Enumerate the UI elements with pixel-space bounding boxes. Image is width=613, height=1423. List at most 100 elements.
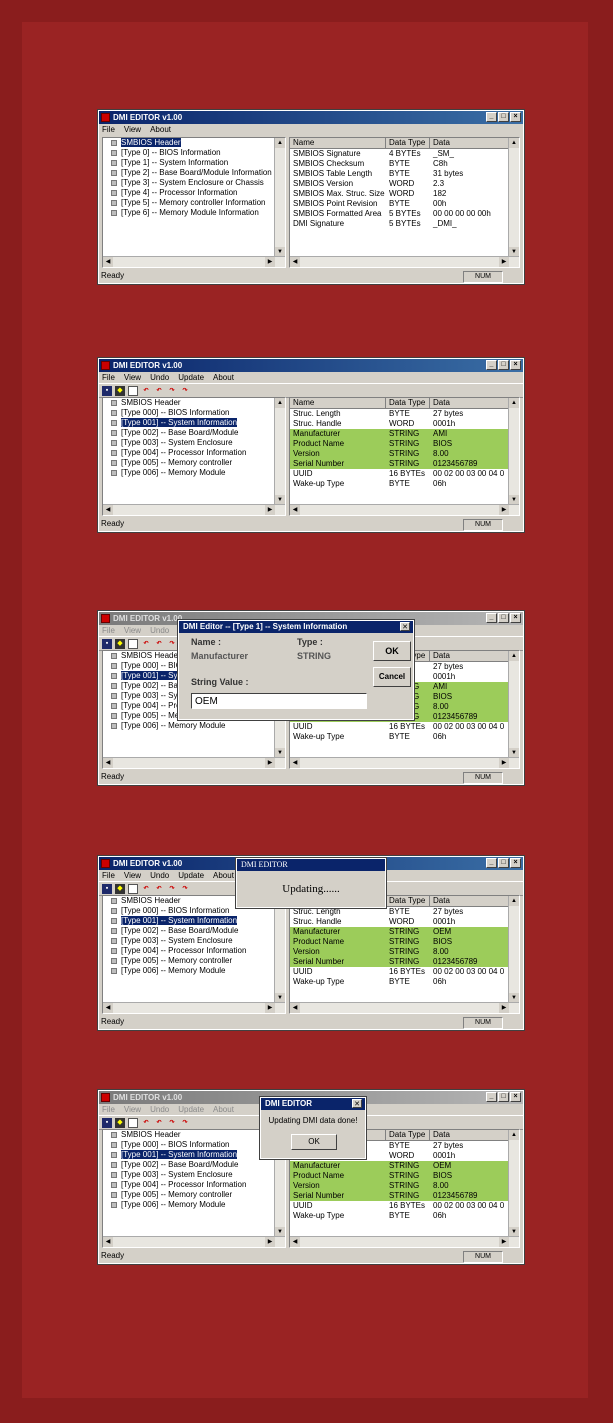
tree-item[interactable]: [Type 004] -- Processor Information [103, 1180, 285, 1190]
table-row[interactable]: Version STRING 8.00 [290, 449, 519, 459]
table-row[interactable]: UUID 16 BYTEs 00 02 00 03 00 04 0 [290, 967, 519, 977]
save-icon[interactable]: ▪ [102, 385, 112, 396]
table-row[interactable]: Wake-up Type BYTE 06h [290, 977, 519, 987]
ok-button[interactable]: OK [373, 641, 411, 661]
tree-item[interactable]: SMBIOS Header [103, 138, 285, 148]
tree-item[interactable]: [Type 000] -- BIOS Information [103, 1140, 285, 1150]
maximize-icon[interactable]: □ [498, 613, 509, 623]
dmi-tree[interactable]: SMBIOS Header [Type 000] -- BIOS Informat… [102, 1129, 286, 1248]
close-icon[interactable]: × [510, 858, 521, 868]
col-type-header[interactable]: Data Type [386, 138, 430, 148]
tree-vertical-scrollbar[interactable] [274, 896, 285, 1003]
table-row[interactable]: SMBIOS Point Revision BYTE 00h [290, 199, 519, 209]
tree-vertical-scrollbar[interactable] [274, 398, 285, 505]
tree-item[interactable]: [Type 004] -- Processor Information [103, 448, 285, 458]
table-row[interactable]: Wake-up Type BYTE 06h [290, 1211, 519, 1221]
document-icon[interactable] [128, 638, 138, 649]
menu-update[interactable]: Update [178, 1104, 204, 1115]
dmi-tree[interactable]: SMBIOS Header [Type 000] -- BIOS Informat… [102, 397, 286, 516]
table-row[interactable]: Manufacturer STRING AMI [290, 429, 519, 439]
tree-item[interactable]: [Type 002] -- Base Board/Module [103, 1160, 285, 1170]
col-type-header[interactable]: Data Type [386, 398, 430, 408]
save-icon[interactable]: ▪ [102, 638, 112, 649]
tree-vertical-scrollbar[interactable] [274, 138, 285, 257]
tree-item[interactable]: [Type 006] -- Memory Module [103, 966, 285, 976]
save-icon[interactable]: ▪ [102, 1117, 112, 1128]
tree-horizontal-scrollbar[interactable] [103, 757, 285, 768]
minimize-icon[interactable]: _ [486, 360, 497, 370]
menu-view[interactable]: View [124, 1104, 141, 1115]
minimize-icon[interactable]: _ [486, 858, 497, 868]
undo-icon[interactable]: ↶ [154, 1118, 164, 1128]
menu-view[interactable]: View [124, 625, 141, 636]
close-icon[interactable]: × [510, 1092, 521, 1102]
close-icon[interactable]: ✕ [352, 1099, 362, 1108]
table-row[interactable]: Version STRING 8.00 [290, 947, 519, 957]
tree-item[interactable]: [Type 000] -- BIOS Information [103, 408, 285, 418]
tree-horizontal-scrollbar[interactable] [103, 504, 285, 515]
menu-file[interactable]: File [102, 870, 115, 881]
tree-item[interactable]: SMBIOS Header [103, 1130, 285, 1140]
table-row[interactable]: Struc. Handle WORD 0001h [290, 419, 519, 429]
menu-file[interactable]: File [102, 625, 115, 636]
table-row[interactable]: SMBIOS Version WORD 2.3 [290, 179, 519, 189]
table-vertical-scrollbar[interactable] [508, 651, 519, 758]
tree-item[interactable]: [Type 4] -- Processor Information [103, 188, 285, 198]
table-row[interactable]: SMBIOS Table Length BYTE 31 bytes [290, 169, 519, 179]
update-all-icon[interactable]: ↷ [167, 884, 177, 894]
tree-item[interactable]: [Type 001] -- System Information [103, 418, 285, 428]
menu-about[interactable]: About [213, 870, 234, 881]
tree-item[interactable]: [Type 001] -- System Information [103, 1150, 285, 1160]
menu-view[interactable]: View [124, 124, 141, 135]
tree-item[interactable]: [Type 6] -- Memory Module Information [103, 208, 285, 218]
maximize-icon[interactable]: □ [498, 112, 509, 122]
col-data-header[interactable]: Data [430, 1130, 519, 1140]
menu-file[interactable]: File [102, 1104, 115, 1115]
table-row[interactable]: SMBIOS Signature 4 BYTEs _SM_ [290, 149, 519, 159]
save-icon[interactable]: ▪ [102, 883, 112, 894]
table-horizontal-scrollbar[interactable] [290, 1236, 519, 1247]
table-row[interactable]: Wake-up Type BYTE 06h [290, 479, 519, 489]
table-row[interactable]: Product Name STRING BIOS [290, 937, 519, 947]
col-data-header[interactable]: Data [430, 138, 519, 148]
tree-item[interactable]: [Type 005] -- Memory controller [103, 1190, 285, 1200]
update-all-icon[interactable]: ↷ [167, 1118, 177, 1128]
update-all-icon[interactable]: ↷ [167, 639, 177, 649]
menu-about[interactable]: About [150, 124, 171, 135]
menu-file[interactable]: File [102, 124, 115, 135]
dmi-tree[interactable]: SMBIOS Header [Type 0] -- BIOS Informatio… [102, 137, 286, 268]
minimize-icon[interactable]: _ [486, 112, 497, 122]
table-row[interactable]: Product Name STRING BIOS [290, 439, 519, 449]
tree-item[interactable]: [Type 006] -- Memory Module [103, 468, 285, 478]
document-icon[interactable] [128, 1117, 138, 1128]
open-icon[interactable]: ◆ [115, 1117, 125, 1128]
cancel-button[interactable]: Cancel [373, 667, 411, 687]
col-data-header[interactable]: Data [430, 651, 519, 661]
col-name-header[interactable]: Name [290, 398, 386, 408]
table-horizontal-scrollbar[interactable] [290, 1002, 519, 1013]
undo-all-icon[interactable]: ↶ [141, 1118, 151, 1128]
open-icon[interactable]: ◆ [115, 385, 125, 396]
table-row[interactable]: SMBIOS Checksum BYTE C8h [290, 159, 519, 169]
tree-item[interactable]: [Type 005] -- Memory controller [103, 458, 285, 468]
menu-update[interactable]: Update [178, 870, 204, 881]
tree-item[interactable]: [Type 5] -- Memory controller Informatio… [103, 198, 285, 208]
col-data-header[interactable]: Data [430, 896, 519, 906]
table-vertical-scrollbar[interactable] [508, 398, 519, 505]
update-icon[interactable]: ↷ [180, 1118, 190, 1128]
update-all-icon[interactable]: ↷ [167, 386, 177, 396]
table-row[interactable]: SMBIOS Formatted Area 5 BYTEs 00 00 00 00 … [290, 209, 519, 219]
table-row[interactable]: UUID 16 BYTEs 00 02 00 03 00 04 0 [290, 469, 519, 479]
undo-all-icon[interactable]: ↶ [141, 386, 151, 396]
maximize-icon[interactable]: □ [498, 360, 509, 370]
menu-view[interactable]: View [124, 372, 141, 383]
update-icon[interactable]: ↷ [180, 884, 190, 894]
table-horizontal-scrollbar[interactable] [290, 504, 519, 515]
tree-item[interactable]: [Type 0] -- BIOS Information [103, 148, 285, 158]
tree-horizontal-scrollbar[interactable] [103, 256, 285, 267]
undo-icon[interactable]: ↶ [154, 884, 164, 894]
undo-icon[interactable]: ↶ [154, 639, 164, 649]
table-row[interactable]: Product Name STRING BIOS [290, 1171, 519, 1181]
tree-horizontal-scrollbar[interactable] [103, 1002, 285, 1013]
tree-item[interactable]: [Type 003] -- System Enclosure [103, 1170, 285, 1180]
